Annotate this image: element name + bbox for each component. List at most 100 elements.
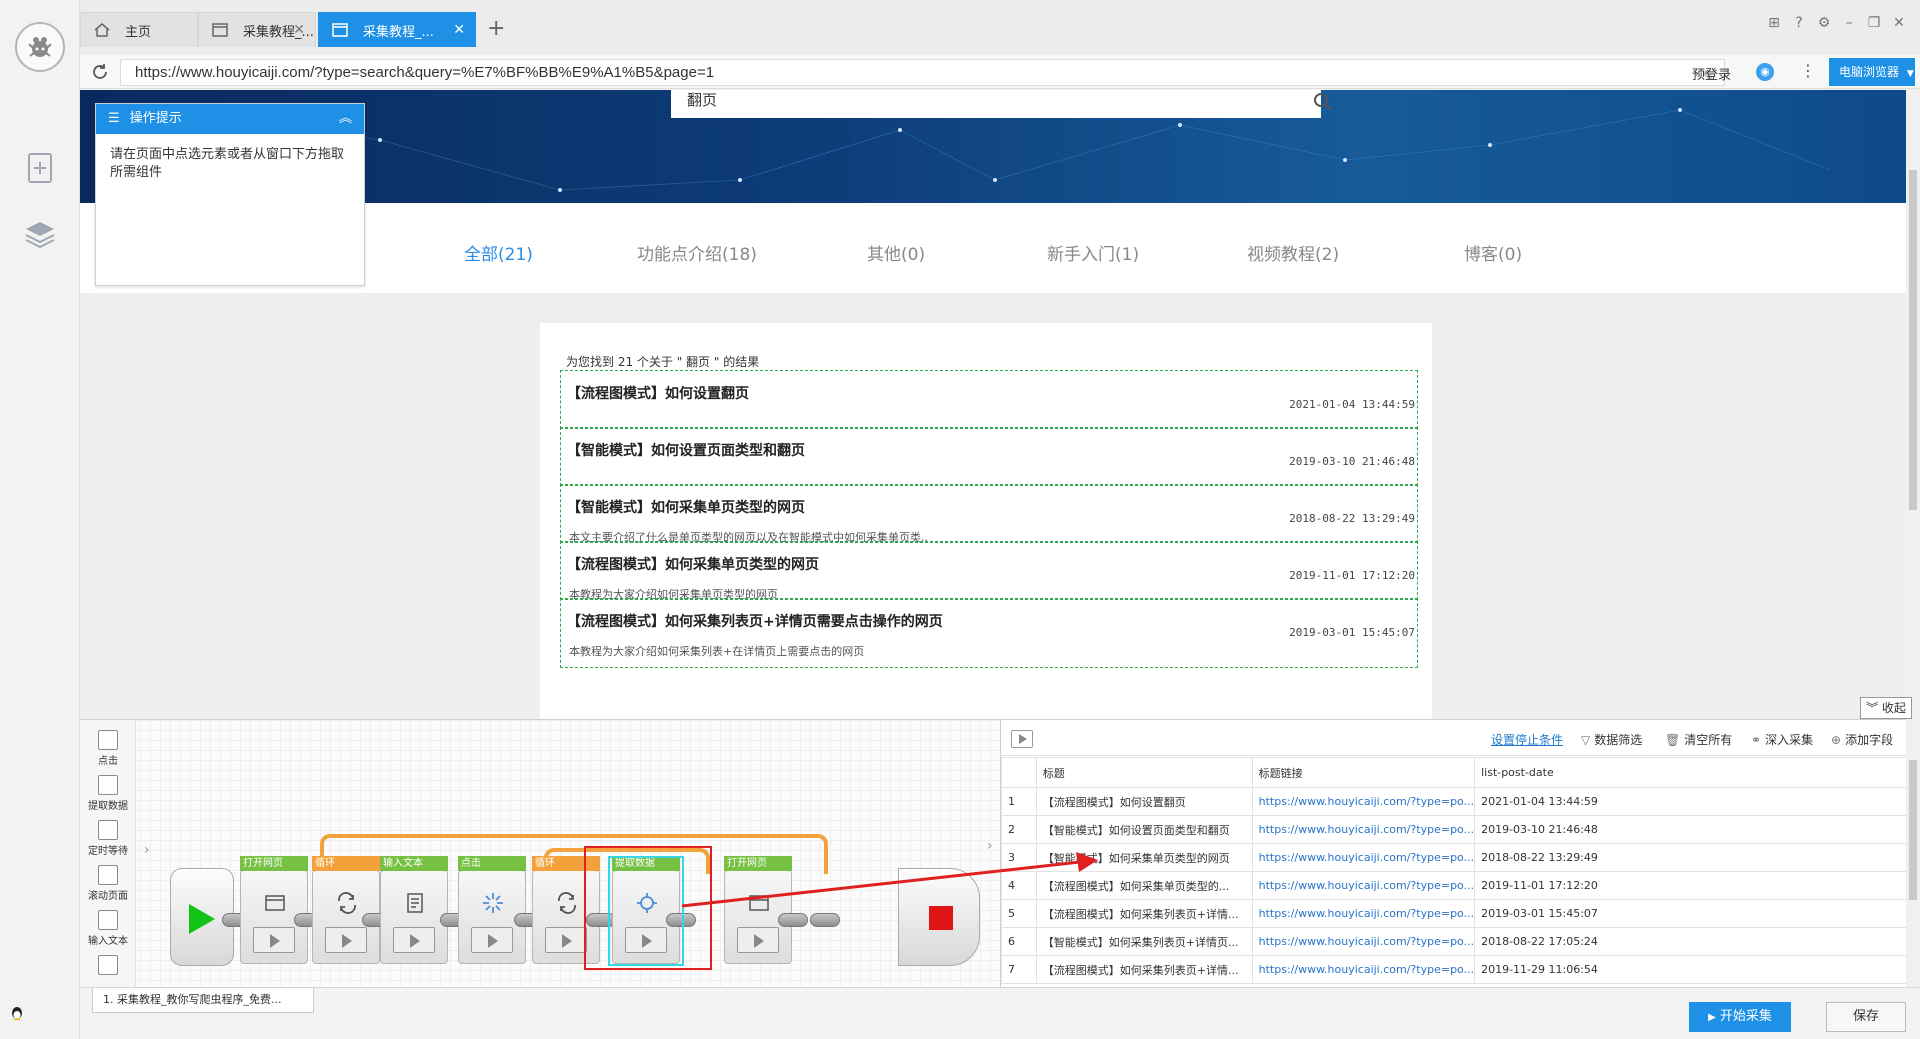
play-icon[interactable] [737,927,779,953]
close-icon[interactable]: ✕ [293,22,305,38]
close-icon[interactable]: ✕ [453,22,465,38]
data-scrollbar[interactable] [1906,756,1920,987]
column-header[interactable]: list-post-date [1474,757,1907,788]
pre-login-link[interactable]: 预登录 [1692,64,1731,83]
new-tab-button[interactable]: + [487,16,505,41]
row-index: 5 [1001,899,1037,928]
qq-icon[interactable] [8,1005,26,1023]
play-icon[interactable] [253,927,295,953]
cell-link[interactable]: https://www.houyicaiji.com/?type=po... [1251,871,1476,900]
settings-icon[interactable]: ⚙ [1815,14,1833,32]
step-input-text[interactable]: 输入文本 [380,856,448,964]
more-menu-icon[interactable]: ⋮ [1800,61,1816,80]
palette-more[interactable] [80,955,136,977]
play-icon[interactable] [393,927,435,953]
restore-icon[interactable]: ❐ [1865,14,1883,32]
play-icon[interactable] [325,927,367,953]
cell-title: 【智能模式】如何设置页面类型和翻页 [1035,815,1253,844]
result-title[interactable]: 【智能模式】如何设置页面类型和翻页 [567,440,805,460]
gift-icon[interactable]: ⊞ [1765,14,1783,32]
url-input[interactable]: https://www.houyicaiji.com/?type=search&… [120,59,1725,86]
result-item[interactable]: 【智能模式】如何采集单页类型的网页 2018-08-22 13:29:49 本文… [560,484,1418,544]
end-node[interactable] [898,868,980,966]
play-icon[interactable] [1011,730,1033,748]
tip-panel: ☰ 操作提示 ︽ 请在页面中点选元素或者从窗口下方拖取所需组件 [95,103,365,286]
app-logo[interactable] [15,22,65,72]
cell-date: 2019-03-10 21:46:48 [1474,815,1907,844]
result-date: 2019-11-01 17:12:20 [1289,569,1415,582]
site-search-input[interactable]: 翻页 [671,90,1332,118]
chevron-right-icon[interactable]: › [144,842,150,858]
column-header[interactable]: 标题链接 [1251,757,1476,788]
category-tab-beginner[interactable]: 新手入门(1) [1047,240,1139,265]
result-title[interactable]: 【流程图模式】如何采集单页类型的网页 [567,554,819,574]
category-tab-other[interactable]: 其他(0) [867,240,925,265]
page-icon [211,21,229,39]
help-icon[interactable]: ? [1790,14,1808,32]
category-tab-video[interactable]: 视频教程(2) [1247,240,1339,265]
page-scrollbar[interactable] [1906,90,1920,720]
cell-link[interactable]: https://www.houyicaiji.com/?type=po... [1251,787,1476,816]
user-icon[interactable]: ◉ [1756,63,1774,81]
palette-click[interactable]: 点击 [80,730,136,767]
start-collect-button[interactable]: ▶ 开始采集 [1689,1002,1791,1032]
play-icon[interactable] [545,927,587,953]
cell-title: 【流程图模式】如何采集单页类型的... [1035,871,1253,900]
column-header[interactable]: 标题 [1035,757,1253,788]
palette-input-text[interactable]: 输入文本 [80,910,136,947]
cell-link[interactable]: https://www.houyicaiji.com/?type=po... [1251,899,1476,928]
clear-all-button[interactable]: 🗑 清空所有 [1665,731,1732,748]
result-item[interactable]: 【流程图模式】如何采集列表页+详情页需要点击操作的网页 2019-03-01 1… [560,598,1418,668]
collapse-button[interactable]: ︾ 收起 [1860,697,1912,719]
new-task-icon[interactable] [22,150,58,186]
data-table: 标题 标题链接 list-post-date 1 【流程图模式】如何设置翻页 h… [1001,757,1907,984]
result-title[interactable]: 【智能模式】如何采集单页类型的网页 [567,497,805,517]
category-tab-features[interactable]: 功能点介绍(18) [637,240,757,265]
play-icon[interactable] [471,927,513,953]
table-row[interactable]: 2 【智能模式】如何设置页面类型和翻页 https://www.houyicai… [1001,815,1907,844]
minimize-icon[interactable]: – [1840,14,1858,32]
cell-link[interactable]: https://www.houyicaiji.com/?type=po... [1251,843,1476,872]
stop-condition-link[interactable]: 设置停止条件 [1491,731,1563,748]
list-icon: ☰ [108,111,120,126]
result-item[interactable]: 【流程图模式】如何设置翻页 2021-01-04 13:44:59 [560,370,1418,429]
close-window-icon[interactable]: ✕ [1890,14,1908,32]
result-title[interactable]: 【流程图模式】如何采集列表页+详情页需要点击操作的网页 [567,611,943,631]
reload-icon[interactable] [90,62,110,82]
browser-mode-button[interactable]: 电脑浏览器 ▼ [1829,58,1915,86]
result-item[interactable]: 【智能模式】如何设置页面类型和翻页 2019-03-10 21:46:48 [560,427,1418,486]
cell-link[interactable]: https://www.houyicaiji.com/?type=po... [1251,815,1476,844]
result-title[interactable]: 【流程图模式】如何设置翻页 [567,383,749,403]
page-scrollbar-thumb[interactable] [1909,170,1917,510]
table-row[interactable]: 1 【流程图模式】如何设置翻页 https://www.houyicaiji.c… [1001,787,1907,816]
palette-scroll[interactable]: 滚动页面 [80,865,136,902]
result-date: 2021-01-04 13:44:59 [1289,398,1415,411]
result-item[interactable]: 【流程图模式】如何采集单页类型的网页 2019-11-01 17:12:20 本… [560,541,1418,601]
table-row[interactable]: 6 【智能模式】如何采集列表页+详情页... https://www.houyi… [1001,927,1907,956]
tab-tutorial-2[interactable]: 采集教程_... ✕ [318,12,476,47]
crab-logo-icon [28,37,52,57]
row-index: 7 [1001,955,1037,984]
table-row[interactable]: 7 【流程图模式】如何采集列表页+详情... https://www.houyi… [1001,955,1907,984]
cell-link[interactable]: https://www.houyicaiji.com/?type=po... [1251,927,1476,956]
table-row[interactable]: 4 【流程图模式】如何采集单页类型的... https://www.houyic… [1001,871,1907,900]
deep-collect-button[interactable]: ⚭ 深入采集 [1751,731,1813,748]
table-row[interactable]: 3 【智能模式】如何采集单页类型的网页 https://www.houyicai… [1001,843,1907,872]
cell-link[interactable]: https://www.houyicaiji.com/?type=po... [1251,955,1476,984]
save-button[interactable]: 保存 [1826,1002,1906,1032]
clear-all-label: 清空所有 [1684,733,1733,747]
chevron-right-icon[interactable]: › [987,838,993,854]
table-row[interactable]: 5 【流程图模式】如何采集列表页+详情... https://www.houyi… [1001,899,1907,928]
data-scrollbar-thumb[interactable] [1909,760,1917,900]
category-tab-all[interactable]: 全部(21) [464,240,533,265]
tab-home[interactable]: 主页 [80,12,198,47]
category-tab-blog[interactable]: 博客(0) [1464,240,1522,265]
palette-wait[interactable]: 定时等待 [80,820,136,857]
task-tab[interactable]: 1. 采集教程_教你写爬虫程序_免费... [92,988,314,1013]
add-field-button[interactable]: ⊕ 添加字段 [1831,731,1893,748]
filter-button[interactable]: ▽ 数据筛选 [1581,731,1642,748]
tab-tutorial-1[interactable]: 采集教程_... ✕ [198,12,316,47]
layers-icon[interactable] [22,216,58,252]
chevron-up-icon[interactable]: ︽ [339,104,352,134]
palette-extract[interactable]: 提取数据 [80,775,136,812]
